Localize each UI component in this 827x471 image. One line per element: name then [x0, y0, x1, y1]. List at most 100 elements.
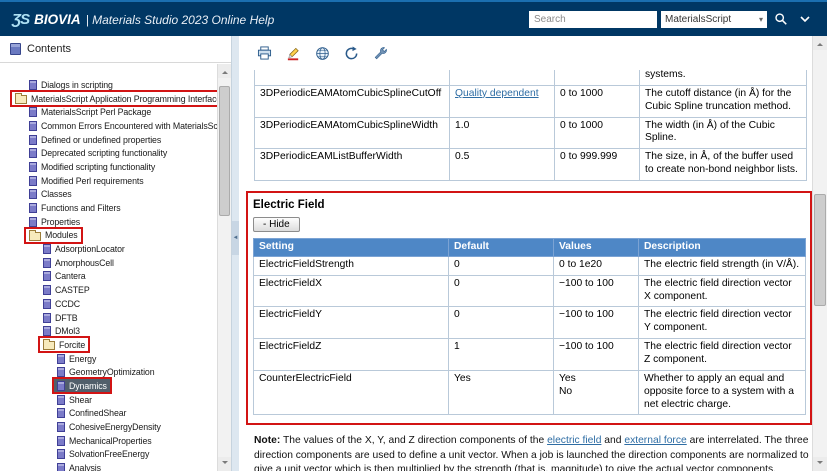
content-scrollbar[interactable]: [812, 36, 827, 471]
values-cell: 0 to 1000: [554, 116, 640, 150]
workspace: Contents Dialogs in scripting MaterialsS…: [0, 36, 827, 471]
tree-item[interactable]: MaterialsScript Application Programming …: [0, 92, 217, 106]
page-icon: [43, 298, 51, 309]
tree-item[interactable]: Energy: [0, 352, 217, 366]
tree-item[interactable]: DFTB: [0, 311, 217, 325]
folder-icon: [43, 339, 55, 351]
note-label: Note:: [254, 435, 281, 447]
default-cell: 0: [448, 255, 554, 276]
search-scope-dropdown[interactable]: MaterialsScript ▾: [661, 10, 767, 28]
tree-item[interactable]: AdsorptionLocator: [0, 242, 217, 256]
tools-button[interactable]: [370, 43, 390, 63]
description-cell: The electric field strength (in V/Å).: [638, 255, 806, 276]
page-icon: [57, 449, 65, 460]
tree-item[interactable]: Modules: [0, 229, 217, 243]
tree-item[interactable]: Shear: [0, 393, 217, 407]
tree-item[interactable]: Analysis: [0, 461, 217, 471]
wrench-icon: [374, 46, 387, 59]
tree-item-inner: CCDC: [40, 297, 83, 310]
tree-item[interactable]: Deprecated scripting functionality: [0, 146, 217, 160]
sidebar-scrollbar-thumb[interactable]: [219, 86, 230, 216]
tree-item[interactable]: CCDC: [0, 297, 217, 311]
tree-item[interactable]: Dialogs in scripting: [0, 78, 217, 92]
tree-item-inner: Dynamics: [54, 379, 110, 393]
tree-item-label: DFTB: [55, 312, 78, 323]
tree-item[interactable]: Dynamics: [0, 379, 217, 393]
table-row: ElectricFieldStrength 0 0 to 1e20 The el…: [253, 255, 806, 276]
page-icon: [57, 463, 65, 471]
tree-item[interactable]: Defined or undefined properties: [0, 133, 217, 147]
default-value-link[interactable]: Quality dependent: [455, 88, 539, 99]
electric-field-heading: Electric Field: [253, 199, 325, 212]
tree-item-label: Shear: [69, 394, 92, 405]
scroll-down-arrow[interactable]: [813, 457, 827, 471]
electric-field-link[interactable]: electric field: [547, 435, 601, 446]
tree-item[interactable]: CohesiveEnergyDensity: [0, 420, 217, 434]
tree-item[interactable]: Cantera: [0, 270, 217, 284]
tree-item[interactable]: Functions and Filters: [0, 201, 217, 215]
hide-electric-field-button[interactable]: - Hide: [253, 217, 300, 233]
page-icon: [57, 408, 65, 419]
column-header-default: Default: [448, 238, 554, 257]
sidebar-scrollbar[interactable]: [217, 64, 231, 471]
search-input[interactable]: [529, 10, 657, 28]
external-force-link[interactable]: external force: [624, 435, 686, 446]
tree-item[interactable]: MechanicalProperties: [0, 434, 217, 448]
tree-item[interactable]: GeometryOptimization: [0, 365, 217, 379]
print-button[interactable]: [254, 43, 274, 63]
electric-field-rows: ElectricFieldStrength 0 0 to 1e20 The el…: [253, 255, 806, 416]
tree-item[interactable]: MaterialsScript Perl Package: [0, 105, 217, 119]
refresh-button[interactable]: [341, 43, 361, 63]
tree-item[interactable]: Forcite: [0, 338, 217, 352]
page-icon: [29, 107, 37, 118]
tree-item-label: Classes: [41, 189, 72, 200]
sidebar: Contents Dialogs in scripting MaterialsS…: [0, 36, 232, 471]
default-cell: 1.0: [449, 116, 555, 150]
highlight-button[interactable]: [283, 43, 303, 63]
tree-item[interactable]: DMol3: [0, 324, 217, 338]
tree-item[interactable]: Common Errors Encountered with Materials…: [0, 119, 217, 133]
default-cell: 0: [448, 274, 554, 308]
scroll-down-arrow[interactable]: [218, 457, 231, 471]
tree-item[interactable]: Classes: [0, 188, 217, 202]
tree-item[interactable]: SolvationFreeEnergy: [0, 448, 217, 462]
description-cell: The electric field direction vector X co…: [638, 274, 806, 308]
tree-item-label: MaterialsScript Application Programming …: [31, 93, 217, 104]
tree-item-label: DMol3: [55, 326, 80, 337]
values-cell: Yes No: [553, 369, 639, 416]
tree-item-label: Modified scripting functionality: [41, 161, 156, 172]
content-toolbar: [239, 36, 827, 70]
tree-item[interactable]: ConfinedShear: [0, 407, 217, 421]
search-button[interactable]: [771, 9, 791, 29]
scroll-up-arrow[interactable]: [813, 36, 827, 50]
scroll-up-arrow[interactable]: [218, 64, 231, 78]
tree-item[interactable]: Modified scripting functionality: [0, 160, 217, 174]
note-paragraph: Note: The values of the X, Y, and Z dire…: [254, 434, 810, 471]
collapse-sidebar-button[interactable]: ◄: [232, 221, 239, 255]
page-icon: [43, 326, 51, 337]
page-icon: [29, 120, 37, 131]
page-icon: [43, 244, 51, 255]
tree-item-inner: Functions and Filters: [26, 202, 124, 215]
tree-item-label: CASTEP: [55, 285, 90, 296]
content-scrollbar-thumb[interactable]: [814, 194, 826, 306]
values-cell: [554, 70, 640, 86]
column-header-setting: Setting: [253, 238, 449, 257]
page-icon: [57, 394, 65, 405]
browse-button[interactable]: [312, 43, 332, 63]
values-cell: −100 to 100: [553, 306, 639, 340]
default-cell: Quality dependent: [449, 84, 555, 118]
tree-item[interactable]: Properties: [0, 215, 217, 229]
setting-cell: 3DPeriodicEAMAtomCubicSplineCutOff: [254, 84, 450, 118]
tree-item[interactable]: CASTEP: [0, 283, 217, 297]
search-options-button[interactable]: [795, 9, 815, 29]
page-icon: [57, 422, 65, 433]
tree-item-label: Dynamics: [69, 380, 107, 391]
tree-item[interactable]: AmorphousCell: [0, 256, 217, 270]
contents-header[interactable]: Contents: [0, 36, 231, 63]
tree-item-label: Forcite: [59, 339, 86, 350]
pane-splitter[interactable]: ◄: [232, 36, 239, 471]
tree-item[interactable]: Modified Perl requirements: [0, 174, 217, 188]
tree-item-label: Energy: [69, 353, 97, 364]
page-icon: [29, 148, 37, 159]
